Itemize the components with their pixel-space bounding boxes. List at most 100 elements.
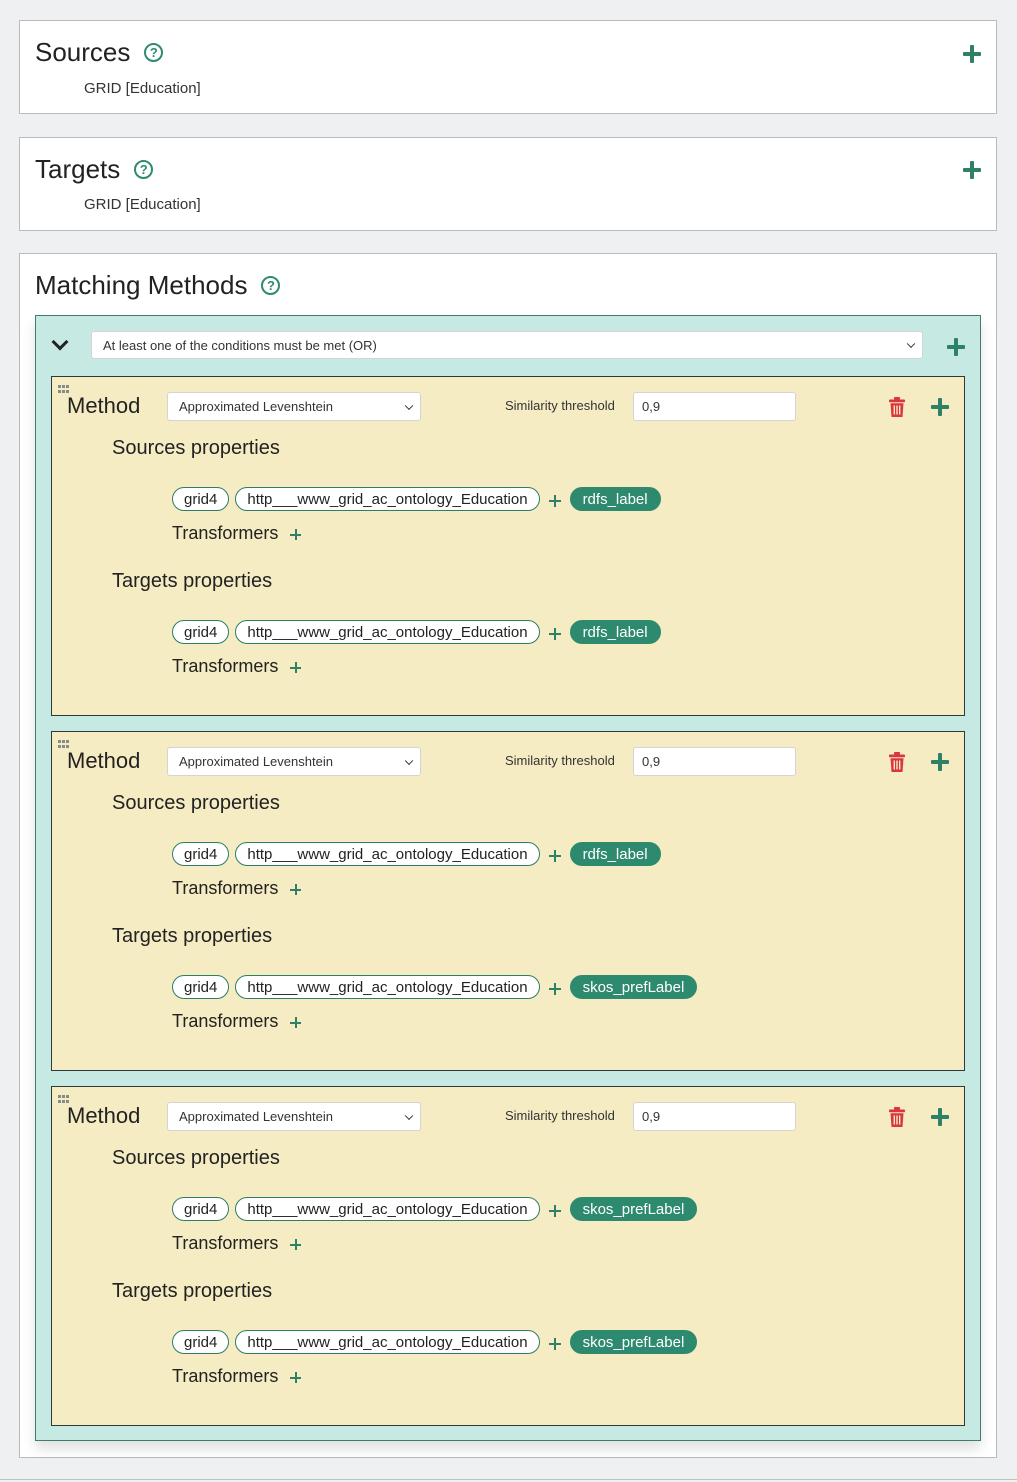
path-pill-entity-type[interactable]: http___www_grid_ac_ontology_Education — [235, 1330, 540, 1354]
method-select[interactable]: Approximated Levenshtein — [167, 1102, 421, 1131]
add-transformer-plus-icon[interactable] — [290, 529, 302, 540]
property-pill[interactable]: skos_prefLabel — [569, 975, 698, 999]
targets-property-path: grid4 http___www_grid_ac_ontology_Educat… — [172, 975, 703, 999]
targets-property-path: grid4 http___www_grid_ac_ontology_Educat… — [172, 1330, 703, 1354]
method-label: Method — [67, 748, 141, 773]
add-path-plus-icon[interactable] — [548, 628, 561, 640]
path-pill-dataset[interactable]: grid4 — [172, 975, 230, 999]
transformers-label: Transformers — [172, 523, 279, 543]
similarity-threshold-input[interactable] — [633, 747, 796, 776]
chevron-down-icon[interactable] — [52, 338, 66, 352]
targets-transformers: Transformers — [172, 656, 302, 677]
add-path-plus-icon[interactable] — [548, 1338, 561, 1350]
add-path-plus-icon[interactable] — [548, 1205, 561, 1217]
method-select[interactable]: Approximated Levenshtein — [167, 392, 421, 421]
matching-methods-title: Matching Methods — [35, 270, 248, 300]
path-pill-entity-type[interactable]: http___www_grid_ac_ontology_Education — [235, 842, 540, 866]
targets-card: Targets ? GRID [Education] — [19, 137, 997, 231]
add-source-plus-icon[interactable] — [963, 45, 981, 63]
drag-handle-icon[interactable] — [58, 740, 70, 748]
help-icon[interactable]: ? — [134, 160, 154, 179]
add-method-plus-icon[interactable] — [931, 1108, 949, 1126]
path-pill-dataset[interactable]: grid4 — [172, 620, 230, 644]
sources-value: GRID [Education] — [84, 80, 201, 97]
sources-properties-heading: Sources properties — [112, 792, 280, 814]
sources-transformers: Transformers — [172, 523, 302, 544]
transformers-label: Transformers — [172, 1233, 279, 1253]
sources-properties-heading: Sources properties — [112, 1147, 280, 1169]
method-block: Method Approximated Levenshtein Similari… — [51, 1086, 965, 1426]
method-select[interactable]: Approximated Levenshtein — [167, 747, 421, 776]
sources-card: Sources ? GRID [Education] — [19, 20, 997, 114]
method-label: Method — [67, 1103, 141, 1128]
add-transformer-plus-icon[interactable] — [290, 1017, 302, 1028]
chevron-down-icon — [404, 401, 414, 410]
path-pill-entity-type[interactable]: http___www_grid_ac_ontology_Education — [235, 620, 540, 644]
drag-handle-icon[interactable] — [58, 1095, 70, 1103]
targets-property-path: grid4 http___www_grid_ac_ontology_Educat… — [172, 620, 667, 644]
add-method-plus-icon[interactable] — [931, 753, 949, 771]
targets-properties-heading: Targets properties — [112, 1280, 273, 1302]
targets-properties-heading: Targets properties — [112, 570, 273, 592]
transformers-label: Transformers — [172, 656, 279, 676]
add-path-plus-icon[interactable] — [548, 495, 561, 507]
condition-select[interactable]: At least one of the conditions must be m… — [91, 331, 923, 359]
path-pill-entity-type[interactable]: http___www_grid_ac_ontology_Education — [235, 1197, 540, 1221]
path-pill-dataset[interactable]: grid4 — [172, 842, 230, 866]
help-icon[interactable]: ? — [261, 276, 281, 295]
similarity-threshold-label: Similarity threshold — [505, 1108, 615, 1123]
property-pill[interactable]: rdfs_label — [569, 487, 661, 511]
sources-property-path: grid4 http___www_grid_ac_ontology_Educat… — [172, 842, 667, 866]
method-block: Method Approximated Levenshtein Similari… — [51, 731, 965, 1071]
similarity-threshold-input[interactable] — [633, 1102, 796, 1131]
method-label: Method — [67, 393, 141, 418]
add-transformer-plus-icon[interactable] — [290, 1372, 302, 1383]
add-transformer-plus-icon[interactable] — [290, 662, 302, 673]
transformers-label: Transformers — [172, 1011, 279, 1031]
trash-icon[interactable] — [889, 752, 905, 772]
chevron-down-icon — [404, 1111, 414, 1120]
add-transformer-plus-icon[interactable] — [290, 1239, 302, 1250]
add-transformer-plus-icon[interactable] — [290, 884, 302, 895]
help-icon[interactable]: ? — [144, 43, 164, 62]
targets-title-wrap: Targets ? — [35, 154, 154, 185]
method-select-value: Approximated Levenshtein — [179, 754, 333, 769]
method-select-value: Approximated Levenshtein — [179, 399, 333, 414]
sources-properties-heading: Sources properties — [112, 437, 280, 459]
path-pill-dataset[interactable]: grid4 — [172, 487, 230, 511]
property-pill[interactable]: rdfs_label — [569, 842, 661, 866]
method-select-value: Approximated Levenshtein — [179, 1109, 333, 1124]
add-condition-plus-icon[interactable] — [947, 338, 965, 356]
add-path-plus-icon[interactable] — [548, 850, 561, 862]
sources-title-wrap: Sources ? — [35, 37, 164, 68]
add-method-plus-icon[interactable] — [931, 398, 949, 416]
sources-transformers: Transformers — [172, 878, 302, 899]
path-pill-entity-type[interactable]: http___www_grid_ac_ontology_Education — [235, 487, 540, 511]
divider — [0, 1479, 1017, 1480]
condition-group: At least one of the conditions must be m… — [35, 315, 981, 1441]
sources-title: Sources — [35, 37, 131, 67]
trash-icon[interactable] — [889, 397, 905, 417]
add-path-plus-icon[interactable] — [548, 983, 561, 995]
similarity-threshold-label: Similarity threshold — [505, 753, 615, 768]
chevron-down-icon — [404, 756, 414, 765]
path-pill-entity-type[interactable]: http___www_grid_ac_ontology_Education — [235, 975, 540, 999]
drag-handle-icon[interactable] — [58, 385, 70, 393]
property-pill[interactable]: skos_prefLabel — [569, 1330, 698, 1354]
similarity-threshold-label: Similarity threshold — [505, 398, 615, 413]
add-target-plus-icon[interactable] — [963, 161, 981, 179]
matching-methods-title-wrap: Matching Methods ? — [35, 270, 281, 301]
targets-transformers: Transformers — [172, 1011, 302, 1032]
path-pill-dataset[interactable]: grid4 — [172, 1330, 230, 1354]
method-block: Method Approximated Levenshtein Similari… — [51, 376, 965, 716]
property-pill[interactable]: skos_prefLabel — [569, 1197, 698, 1221]
trash-icon[interactable] — [889, 1107, 905, 1127]
similarity-threshold-input[interactable] — [633, 392, 796, 421]
sources-transformers: Transformers — [172, 1233, 302, 1254]
condition-select-value: At least one of the conditions must be m… — [103, 337, 377, 353]
property-pill[interactable]: rdfs_label — [569, 620, 661, 644]
path-pill-dataset[interactable]: grid4 — [172, 1197, 230, 1221]
targets-title: Targets — [35, 154, 121, 184]
targets-transformers: Transformers — [172, 1366, 302, 1387]
targets-value: GRID [Education] — [84, 196, 201, 213]
